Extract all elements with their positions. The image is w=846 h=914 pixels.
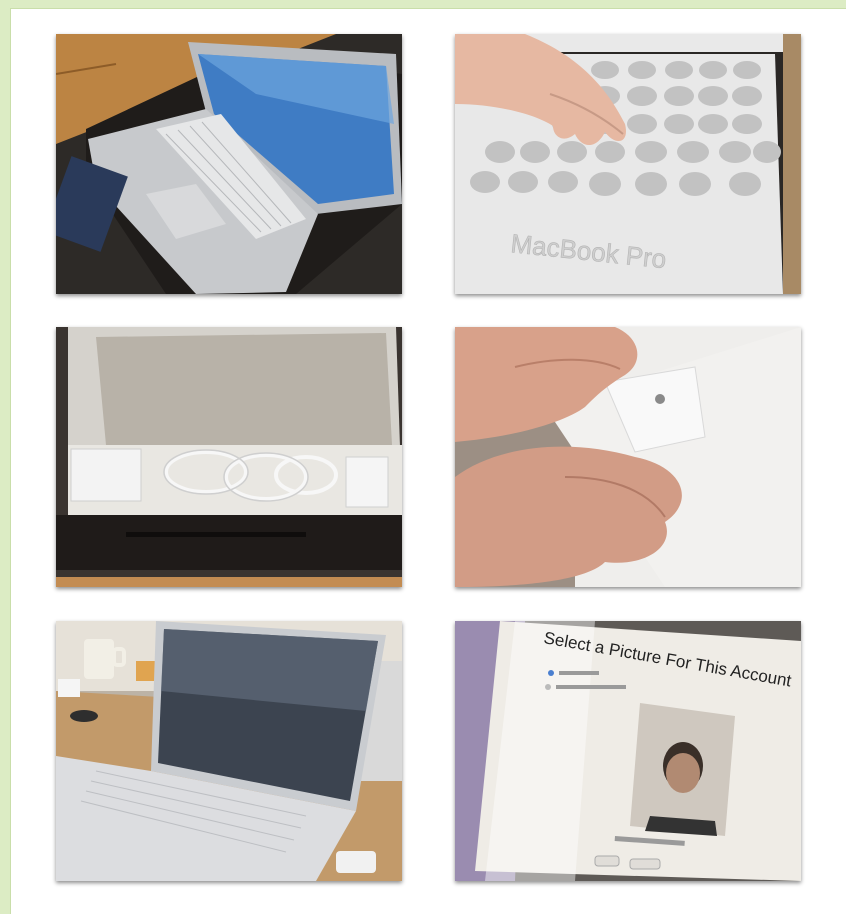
photo-setup-screen[interactable]: Select a Picture For This Account (455, 621, 801, 881)
photo-hands-peeling-film[interactable] (455, 327, 801, 587)
gallery-frame: MacBook Pro Select a Picture For This Ac… (10, 8, 846, 914)
photo-laptop-on-desk[interactable] (56, 621, 402, 881)
photo-macbook-on-box[interactable] (56, 34, 402, 294)
photo-box-accessories[interactable] (56, 327, 402, 587)
photo-macbook-pro-packaging[interactable]: MacBook Pro (455, 34, 801, 294)
